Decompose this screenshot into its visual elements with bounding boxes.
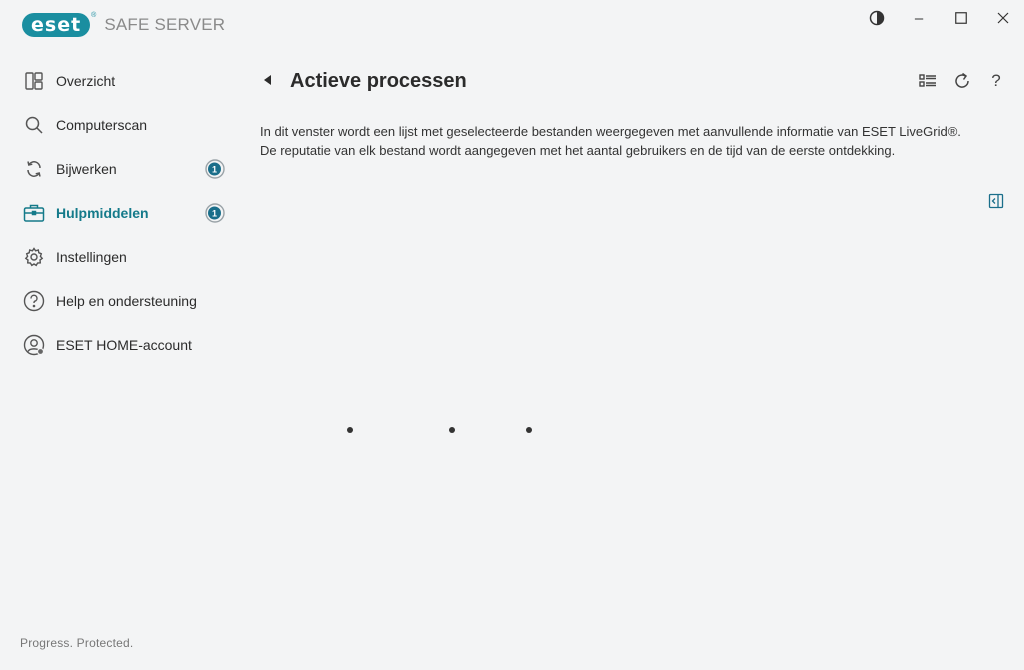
notification-badge: 1 — [205, 203, 225, 223]
logo-badge: eset — [22, 13, 91, 37]
magnifier-icon — [22, 113, 46, 137]
close-icon — [997, 12, 1009, 24]
sidebar-item-overzicht[interactable]: Overzicht — [0, 59, 240, 103]
footer-tagline: Progress. Protected. — [20, 636, 134, 650]
sidebar-item-label: Computerscan — [56, 117, 148, 133]
loading-dot — [526, 427, 532, 433]
question-icon — [22, 289, 46, 313]
eset-logo: eset ® SAFE SERVER — [22, 11, 226, 37]
sidebar-nav: Overzicht Computerscan Bijwerken 1 Hulpm… — [0, 59, 240, 367]
help-button[interactable]: ? — [984, 69, 1008, 93]
sidebar-item-instellingen[interactable]: Instellingen — [0, 235, 240, 279]
sidebar-item-label: Bijwerken — [56, 161, 117, 177]
notification-badge: 1 — [205, 159, 225, 179]
view-options-button[interactable] — [916, 69, 940, 93]
sidebar-item-hulpmiddelen[interactable]: Hulpmiddelen 1 — [0, 191, 240, 235]
page-description: In dit venster wordt een lijst met gesel… — [260, 122, 1020, 160]
dashboard-icon — [22, 69, 46, 93]
title-bar: eset ® SAFE SERVER – — [0, 0, 1024, 52]
panel-collapse-icon — [988, 193, 1004, 209]
sidebar-item-label: Help en ondersteuning — [56, 293, 197, 309]
minimize-button[interactable]: – — [904, 6, 934, 30]
sidebar-item-computerscan[interactable]: Computerscan — [0, 103, 240, 147]
sidebar-item-label: Overzicht — [56, 73, 116, 89]
product-name: SAFE SERVER — [104, 15, 226, 34]
description-line: De reputatie van elk bestand wordt aange… — [260, 143, 896, 158]
user-account-icon — [22, 333, 46, 357]
sidebar-item-label: Hulpmiddelen — [56, 205, 149, 221]
question-mark-icon: ? — [991, 71, 1001, 90]
badge-count: 1 — [212, 209, 217, 219]
sidebar-item-bijwerken[interactable]: Bijwerken 1 — [0, 147, 240, 191]
logo-registered-mark: ® — [91, 11, 97, 19]
list-view-icon — [919, 74, 936, 87]
loading-dot — [449, 427, 455, 433]
maximize-button[interactable] — [946, 6, 976, 30]
close-button[interactable] — [988, 6, 1018, 30]
description-line: In dit venster wordt een lijst met gesel… — [260, 124, 961, 139]
sidebar-item-help[interactable]: Help en ondersteuning — [0, 279, 240, 323]
sidebar-item-label: ESET HOME-account — [56, 337, 192, 353]
sidebar-item-eset-home-account[interactable]: ESET HOME-account — [0, 323, 240, 367]
back-arrow-icon — [264, 75, 271, 85]
main-content: Actieve processen ? In dit venster wordt… — [240, 52, 1024, 670]
toggle-panel-button[interactable] — [988, 193, 1004, 209]
page-title: Actieve processen — [290, 70, 467, 92]
loading-dot — [347, 427, 353, 433]
theme-toggle-button[interactable] — [862, 6, 892, 30]
half-circle-icon — [869, 10, 885, 26]
badge-count: 1 — [212, 165, 217, 175]
back-button[interactable] — [260, 72, 276, 88]
maximize-icon — [955, 12, 967, 24]
refresh-icon — [955, 72, 969, 88]
refresh-icon — [22, 157, 46, 181]
briefcase-icon — [22, 201, 46, 225]
gear-icon — [22, 245, 46, 269]
minimize-icon: – — [914, 9, 924, 27]
refresh-button[interactable] — [950, 69, 974, 93]
sidebar-item-label: Instellingen — [56, 249, 127, 265]
